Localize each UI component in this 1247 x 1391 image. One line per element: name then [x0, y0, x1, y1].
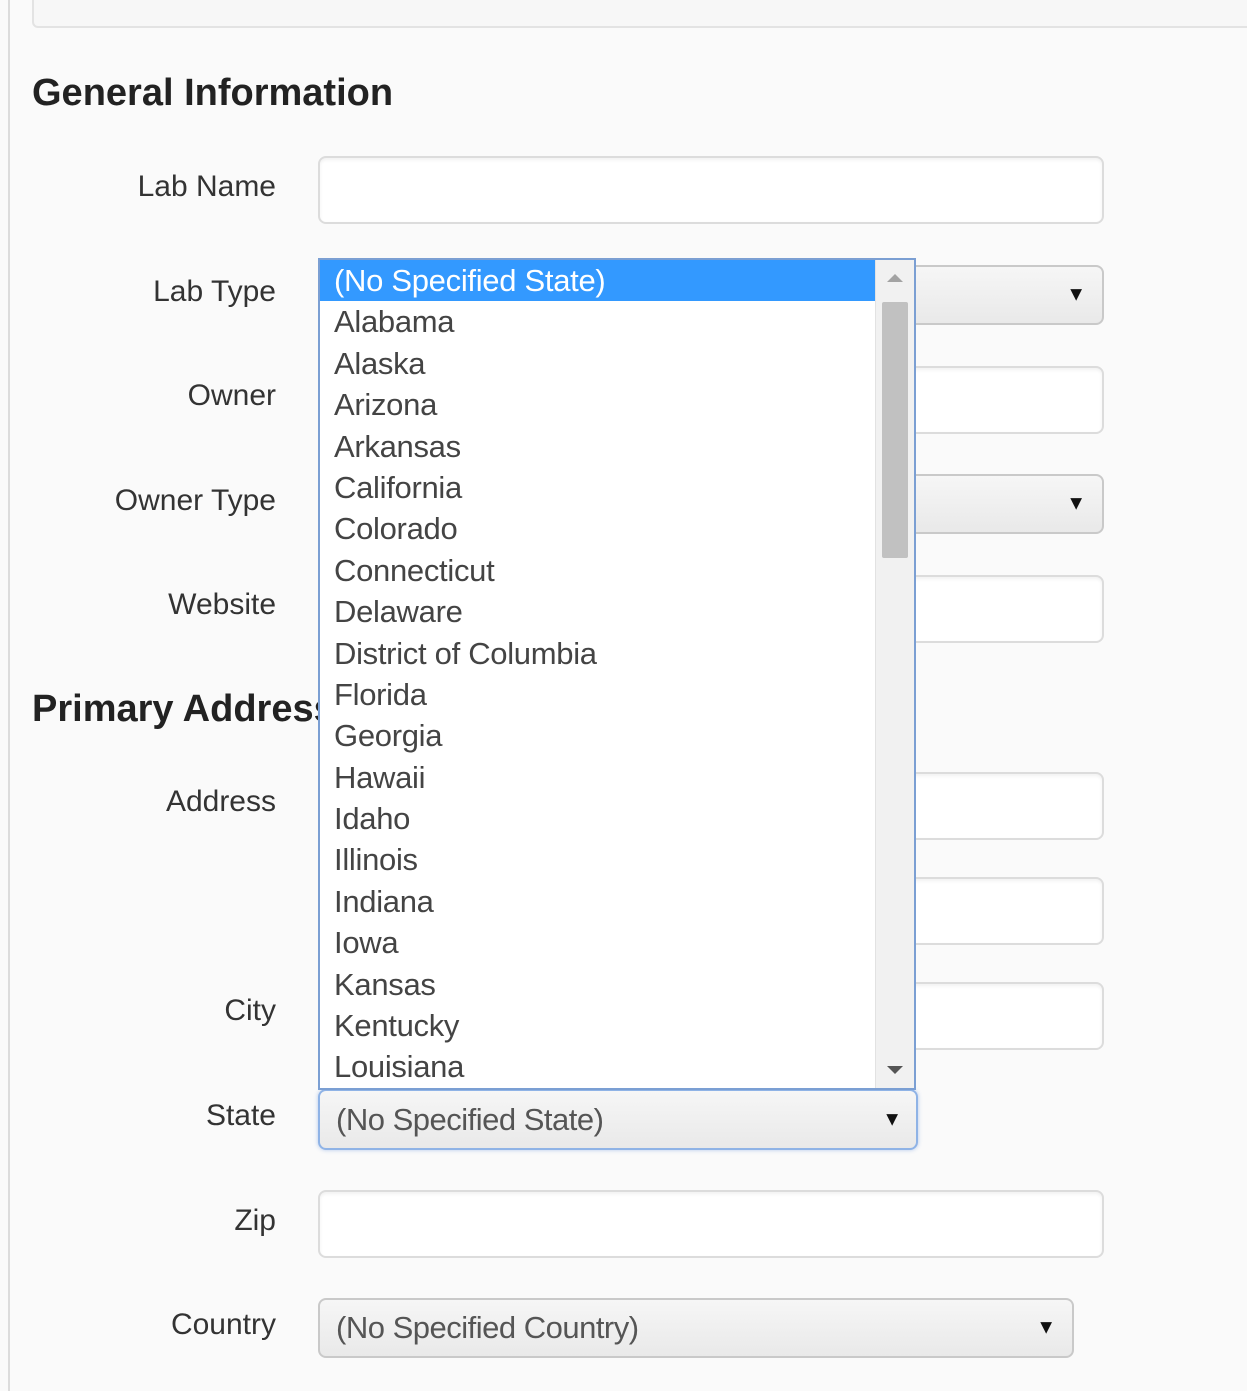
caret-down-icon: ▼ [1036, 1316, 1056, 1339]
state-option[interactable]: Indiana [320, 881, 876, 922]
state-options-list: (No Specified State) Alabama Alaska Arizona… [320, 260, 876, 1088]
page-left-border [8, 0, 10, 1391]
state-option[interactable]: Arkansas [320, 426, 876, 467]
state-select[interactable]: (No Specified State) ▼ [318, 1089, 918, 1150]
scroll-down-arrow-icon[interactable] [876, 1052, 914, 1088]
state-option[interactable]: Hawaii [320, 757, 876, 798]
state-option[interactable]: Arizona [320, 384, 876, 425]
state-option[interactable]: Colorado [320, 508, 876, 549]
state-option[interactable]: Kentucky [320, 1005, 876, 1046]
state-option[interactable]: Kansas [320, 964, 876, 1005]
state-option[interactable]: Alaska [320, 343, 876, 384]
country-label: Country [170, 1308, 276, 1341]
zip-input[interactable] [318, 1190, 1104, 1258]
owner-label: Owner [187, 379, 276, 412]
top-panel [32, 0, 1247, 28]
lab-type-label: Lab Type [153, 275, 276, 308]
section-title-primary-address: Primary Address [32, 688, 335, 730]
state-option[interactable]: Idaho [320, 798, 876, 839]
address-label: Address [165, 785, 276, 818]
state-value: (No Specified State) [336, 1101, 604, 1137]
state-option[interactable]: Louisiana [320, 1046, 876, 1087]
dropdown-scrollbar[interactable] [875, 260, 914, 1088]
state-option[interactable]: District of Columbia [320, 633, 876, 674]
caret-down-icon: ▼ [1066, 492, 1086, 515]
state-option[interactable]: California [320, 467, 876, 508]
section-title-general: General Information [32, 72, 394, 114]
state-option[interactable]: Georgia [320, 715, 876, 756]
website-label: Website [168, 588, 276, 621]
city-label: City [224, 994, 276, 1027]
state-option[interactable]: Illinois [320, 839, 876, 880]
state-option[interactable]: Florida [320, 674, 876, 715]
owner-type-label: Owner Type [114, 484, 276, 517]
zip-label: Zip [234, 1204, 276, 1237]
state-label: State [205, 1099, 276, 1132]
lab-name-input[interactable] [318, 156, 1104, 224]
country-select[interactable]: (No Specified Country) ▼ [318, 1298, 1074, 1358]
caret-down-icon: ▼ [882, 1108, 902, 1130]
country-value: (No Specified Country) [336, 1310, 639, 1345]
caret-down-icon: ▼ [1066, 283, 1086, 306]
state-option[interactable]: Connecticut [320, 550, 876, 591]
state-option[interactable]: Delaware [320, 591, 876, 632]
scroll-up-arrow-icon[interactable] [876, 260, 914, 296]
scrollbar-thumb[interactable] [882, 302, 908, 558]
state-option[interactable]: Alabama [320, 301, 876, 342]
state-option[interactable]: (No Specified State) [320, 260, 876, 302]
state-option[interactable]: Iowa [320, 922, 876, 963]
state-dropdown-list[interactable]: (No Specified State) Alabama Alaska Arizona… [318, 258, 916, 1090]
lab-name-label: Lab Name [137, 170, 276, 203]
